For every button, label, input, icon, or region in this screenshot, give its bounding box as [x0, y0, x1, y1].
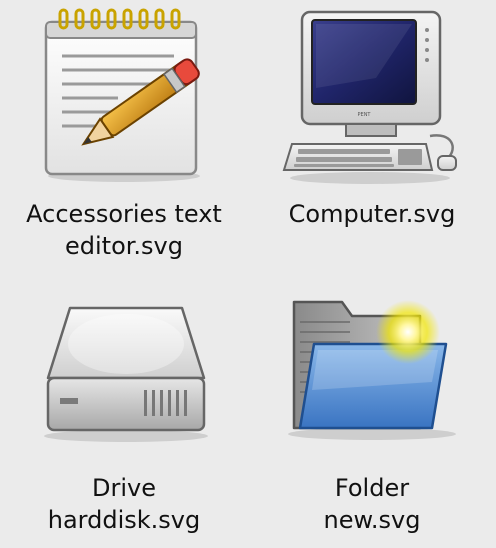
file-name-line1: Accessories text: [26, 200, 222, 228]
new-folder-icon: [288, 300, 456, 440]
file-item-computer[interactable]: PENT Computer.svg: [248, 0, 496, 274]
file-name-line2: harddisk.svg: [47, 506, 201, 534]
file-item-harddisk[interactable]: Drive harddisk.svg: [0, 274, 248, 548]
text-editor-icon: [44, 8, 200, 182]
file-name-line1: Drive: [92, 474, 156, 502]
file-icon-grid: Accessories text editor.svg PENT Compute…: [0, 0, 496, 548]
computer-badge: PENT: [358, 112, 372, 118]
file-item-text-editor[interactable]: Accessories text editor.svg: [0, 0, 248, 274]
file-name: Drive harddisk.svg: [0, 472, 248, 536]
file-name: Computer.svg: [248, 198, 496, 230]
computer-icon: PENT: [282, 10, 457, 184]
file-name-line1: Computer.svg: [288, 200, 456, 228]
file-name: Accessories text editor.svg: [0, 198, 248, 262]
file-name: Folder new.svg: [248, 472, 496, 536]
file-item-new-folder[interactable]: Folder new.svg: [248, 274, 496, 548]
file-name-line2: editor.svg: [65, 232, 183, 260]
harddisk-icon: [44, 306, 208, 442]
file-name-line1: Folder: [334, 474, 410, 502]
file-name-line2: new.svg: [323, 506, 421, 534]
